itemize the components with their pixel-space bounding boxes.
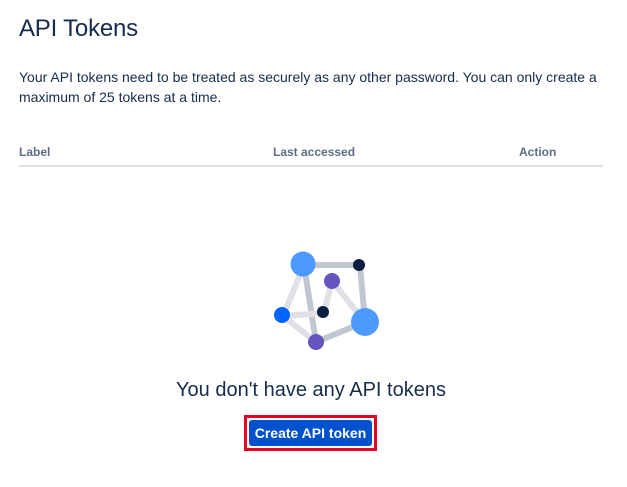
node-light-blue-large	[351, 308, 379, 336]
create-api-token-button[interactable]: Create API token	[249, 420, 372, 446]
column-last-accessed: Last accessed	[273, 145, 356, 159]
empty-state-message: You don't have any API tokens	[176, 379, 446, 401]
column-action: Action	[519, 145, 557, 159]
network-nodes-icon	[274, 251, 379, 350]
page-title: API Tokens	[19, 15, 138, 42]
node-purple-lower	[308, 334, 324, 350]
column-label: Label	[19, 145, 51, 159]
node-dark-top-right	[353, 259, 365, 271]
node-dark-center	[317, 306, 329, 318]
create-token-highlight: Create API token	[244, 415, 377, 451]
node-large-blue	[290, 251, 316, 277]
node-blue-left	[274, 307, 290, 323]
tokens-table-header: Label Last accessed Action	[19, 143, 603, 167]
page-description: Your API tokens need to be treated as se…	[19, 69, 597, 105]
node-purple-upper	[324, 273, 340, 289]
